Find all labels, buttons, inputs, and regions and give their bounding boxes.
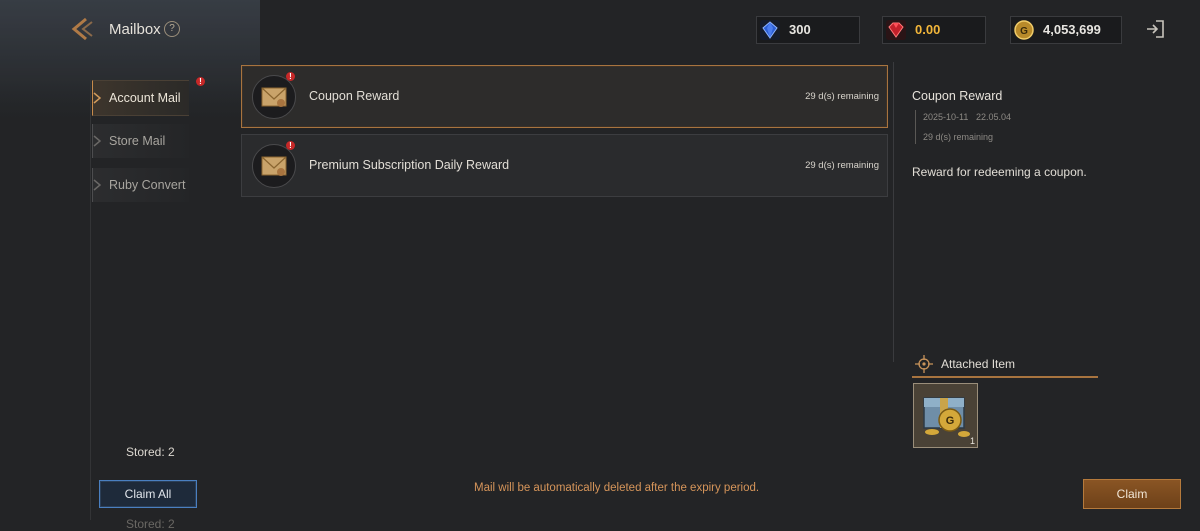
mail-envelope-icon — [252, 75, 296, 119]
help-icon[interactable]: ? — [164, 21, 180, 37]
mail-item-coupon-reward[interactable]: ! Coupon Reward 29 d(s) remaining — [241, 65, 888, 128]
sidebar-divider — [90, 80, 91, 520]
mail-remaining: 29 d(s) remaining — [805, 160, 879, 171]
attachment-compass-icon — [915, 355, 933, 373]
detail-divider — [893, 62, 894, 362]
detail-body: Reward for redeeming a coupon. — [912, 165, 1087, 179]
item-quantity: 1 — [969, 436, 975, 446]
sidebar-item-label: Store Mail — [109, 134, 166, 148]
attached-item-slot[interactable]: G 1 — [913, 383, 978, 448]
notification-badge: ! — [286, 72, 295, 81]
exit-icon — [1147, 20, 1164, 38]
attached-item-underline — [912, 376, 1098, 378]
tab-marker-icon — [93, 179, 101, 191]
sidebar-item-label: Account Mail — [109, 91, 181, 105]
detail-time: 22.05.04 — [976, 112, 1012, 122]
svg-text:G: G — [946, 415, 955, 427]
red-gem-icon — [886, 20, 906, 40]
sidebar-item-store-mail[interactable]: Store Mail — [92, 124, 189, 158]
claim-button[interactable]: Claim — [1083, 479, 1181, 509]
page-title: Mailbox — [109, 21, 161, 38]
top-bar: Mailbox ? 300 0.00 G 4,053,699 — [0, 0, 1200, 60]
back-arrow-icon — [71, 17, 93, 41]
gold-coin-icon: G — [1014, 20, 1034, 40]
detail-date: 2025-10-11 — [923, 112, 969, 122]
mail-subject: Coupon Reward — [309, 89, 400, 103]
gold-value: 4,053,699 — [1043, 22, 1101, 37]
ruby-counter: 0.00 — [882, 16, 986, 44]
claim-all-button[interactable]: Claim All — [99, 480, 197, 508]
tab-marker-icon — [93, 92, 101, 104]
stored-count-ghost: Stored: 2 — [126, 517, 175, 531]
sapphire-value: 300 — [789, 22, 811, 37]
expiry-note: Mail will be automatically deleted after… — [474, 482, 760, 494]
mail-envelope-icon — [252, 144, 296, 188]
attached-item-label: Attached Item — [941, 357, 1016, 371]
detail-title: Coupon Reward — [912, 89, 1003, 103]
mail-remaining: 29 d(s) remaining — [805, 91, 879, 102]
back-button[interactable] — [68, 14, 98, 44]
blue-gem-icon — [760, 20, 780, 40]
notification-badge: ! — [196, 77, 205, 86]
tab-marker-icon — [93, 135, 101, 147]
detail-meta-line — [915, 110, 916, 144]
gold-chest-icon: G — [914, 384, 977, 447]
sidebar-item-ruby-convert[interactable]: Ruby Convert — [92, 168, 189, 202]
detail-remaining: 29 d(s) remaining — [923, 132, 994, 142]
sidebar-item-account-mail[interactable]: Account Mail — [92, 80, 189, 116]
mail-item-premium-subscription[interactable]: ! Premium Subscription Daily Reward 29 d… — [241, 134, 888, 197]
svg-text:G: G — [1020, 26, 1028, 37]
sapphire-counter: 300 — [756, 16, 860, 44]
stored-count: Stored: 2 — [126, 445, 175, 459]
mail-subject: Premium Subscription Daily Reward — [309, 158, 510, 172]
exit-button[interactable] — [1144, 18, 1166, 40]
notification-badge: ! — [286, 141, 295, 150]
sidebar-item-label: Ruby Convert — [109, 178, 186, 192]
gold-counter: G 4,053,699 — [1010, 16, 1122, 44]
ruby-value: 0.00 — [915, 22, 941, 37]
